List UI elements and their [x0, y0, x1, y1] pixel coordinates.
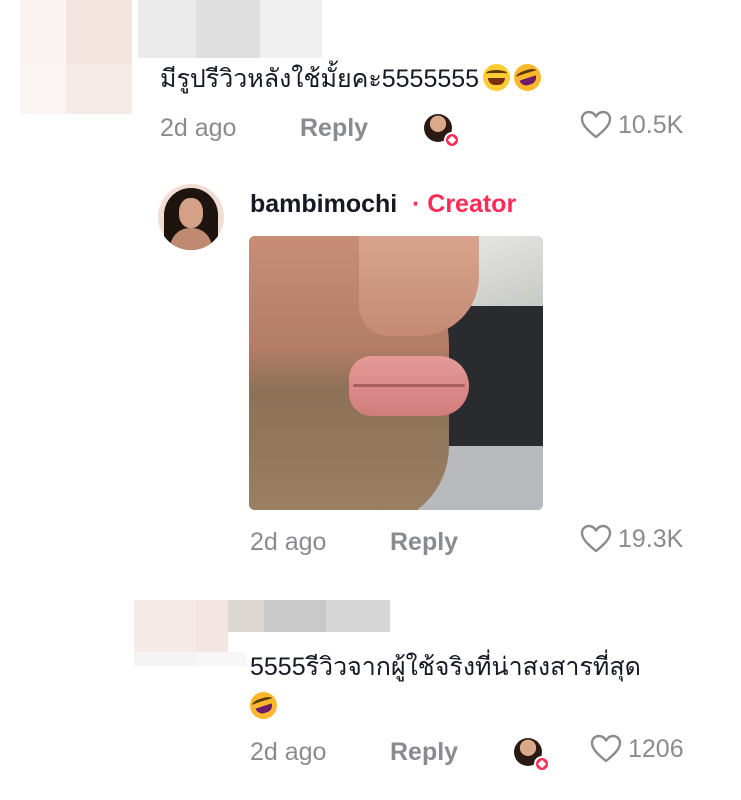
heart-outline-icon — [580, 110, 612, 139]
like-button[interactable]: 1206 — [590, 734, 684, 764]
comment-emoji-line — [246, 688, 281, 724]
comment-timestamp: 2d ago — [160, 114, 237, 142]
comment-timestamp: 2d ago — [250, 738, 327, 766]
reply-button[interactable]: Reply — [390, 528, 458, 557]
comment-timestamp: 2d ago — [250, 528, 327, 556]
like-count: 10.5K — [618, 110, 684, 139]
creator-avatar[interactable] — [158, 184, 224, 250]
reply-button[interactable]: Reply — [300, 114, 368, 143]
reply-photo[interactable] — [249, 236, 543, 510]
like-button[interactable]: 10.5K — [580, 110, 683, 140]
heart-icon — [444, 132, 460, 148]
rolling-on-the-floor-laughing-icon — [246, 688, 281, 723]
comment-body: 5555รีวิวจากผู้ใช้จริงที่น่าสงสารที่สุด — [250, 653, 641, 681]
comment-text: 5555รีวิวจากผู้ใช้จริงที่น่าสงสารที่สุด — [250, 650, 641, 684]
like-count: 19.3K — [618, 524, 684, 553]
like-count: 1206 — [628, 734, 684, 763]
like-button[interactable]: 19.3K — [580, 524, 683, 554]
creator-badge: · Creator — [412, 190, 517, 218]
heart-icon — [534, 756, 550, 772]
heart-outline-icon — [590, 734, 622, 763]
comment-text: มีรูปรีวิวหลังใช้มั้ยคะ5555555 — [160, 60, 545, 96]
creator-username[interactable]: bambimochi — [250, 190, 397, 219]
heart-outline-icon — [580, 524, 612, 553]
reply-button[interactable]: Reply — [390, 738, 458, 767]
comment-body: มีรูปรีวิวหลังใช้มั้ยคะ5555555 — [160, 65, 480, 93]
rolling-on-the-floor-laughing-icon — [510, 60, 545, 95]
face-with-tears-of-joy-icon — [483, 64, 511, 91]
